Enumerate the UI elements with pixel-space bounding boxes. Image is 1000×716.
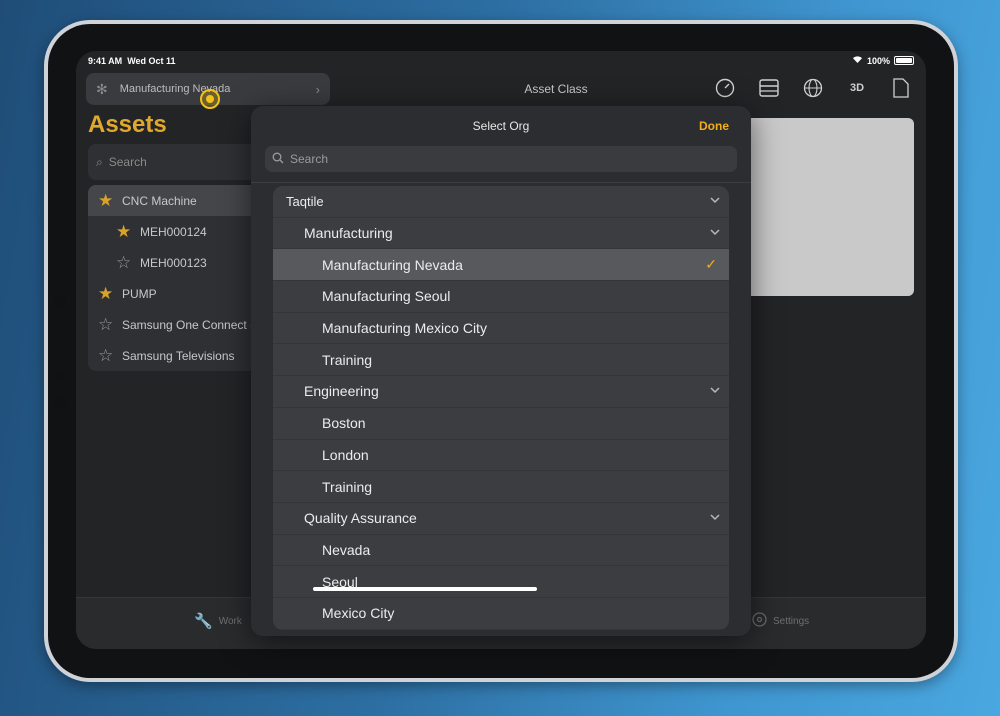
battery-percent: 100% xyxy=(866,55,890,66)
battery-icon xyxy=(894,56,914,65)
status-date-text: Wed Oct 11 xyxy=(127,56,176,66)
org-row-label: Manufacturing Nevada xyxy=(322,256,463,273)
org-row-label: London xyxy=(322,446,369,463)
status-time: 9:41 AM Wed Oct 11 xyxy=(88,56,176,66)
chevron-down-icon[interactable] xyxy=(709,226,721,238)
wrench-icon: 🔧 xyxy=(194,613,213,630)
page-title: Assets xyxy=(88,111,167,138)
org-row[interactable]: Seoul xyxy=(273,566,729,598)
org-row-label: Nevada xyxy=(322,541,371,558)
org-row-label: Training xyxy=(322,351,373,368)
org-row[interactable]: Taqtile xyxy=(273,186,729,218)
rotate-3d-icon[interactable]: 3D xyxy=(846,77,868,99)
tab-settings-label: Settings xyxy=(773,615,810,627)
device-sensor xyxy=(54,370,66,382)
document-icon[interactable] xyxy=(890,77,912,99)
chevron-right-icon: › xyxy=(315,81,320,97)
select-org-modal: Select Org Done Search Taqtile Manufactur… xyxy=(251,106,751,636)
org-row[interactable]: Quality Assurance xyxy=(273,503,729,535)
org-row-label: Mexico City xyxy=(322,605,395,622)
status-bar: 9:41 AM Wed Oct 11 100% xyxy=(76,51,926,73)
star-outline-icon[interactable]: ☆ xyxy=(98,346,116,366)
chevron-down-icon[interactable] xyxy=(709,194,721,206)
org-row[interactable]: Training xyxy=(273,471,729,503)
sidebar-search-placeholder: Search xyxy=(108,155,147,169)
tab-settings[interactable]: Settings xyxy=(752,612,809,630)
org-row-label: Engineering xyxy=(304,383,379,400)
wifi-icon xyxy=(852,55,863,66)
org-row[interactable]: Manufacturing Mexico City xyxy=(273,313,729,345)
org-row-label: Boston xyxy=(322,415,366,432)
org-row[interactable]: Engineering xyxy=(273,376,729,408)
checkmark-icon: ✓ xyxy=(705,256,717,273)
touch-indicator xyxy=(200,89,220,109)
org-row[interactable]: Mexico City xyxy=(273,598,729,630)
star-outline-icon[interactable]: ☆ xyxy=(116,253,134,273)
globe-icon[interactable] xyxy=(802,77,824,99)
star-filled-icon[interactable]: ★ xyxy=(98,284,116,304)
status-time-text: 9:41 AM xyxy=(88,56,123,66)
org-row-label: Quality Assurance xyxy=(304,510,417,527)
battery-fill xyxy=(896,58,912,63)
gauge-icon[interactable] xyxy=(714,77,736,99)
org-row[interactable]: Manufacturing Nevada ✓ xyxy=(273,249,729,282)
search-icon xyxy=(272,152,284,167)
device-camera xyxy=(54,295,66,307)
star-filled-icon[interactable]: ★ xyxy=(98,191,116,211)
org-row[interactable]: Nevada xyxy=(273,535,729,567)
chevron-down-icon[interactable] xyxy=(709,384,721,396)
asset-label: Samsung Televisions xyxy=(122,348,235,363)
asset-label: Samsung One Connect ( xyxy=(122,317,255,332)
org-list: Taqtile Manufacturing Manufacturing Nevada… xyxy=(273,186,729,630)
toolbar: 3D xyxy=(714,77,912,99)
org-row-label: Training xyxy=(322,478,373,495)
divider xyxy=(251,182,751,183)
star-filled-icon[interactable]: ★ xyxy=(116,222,134,242)
device-sensor xyxy=(54,396,66,408)
gear-icon: ✻ xyxy=(96,80,108,97)
org-row-label: Taqtile xyxy=(286,193,324,209)
asset-label: CNC Machine xyxy=(122,193,197,208)
org-search-input[interactable]: Search xyxy=(265,146,737,172)
star-outline-icon[interactable]: ☆ xyxy=(98,315,116,335)
settings-icon xyxy=(752,612,767,630)
org-row[interactable]: Boston xyxy=(273,408,729,440)
tab-work[interactable]: 🔧 Work xyxy=(194,612,242,630)
nav-title: Asset Class xyxy=(524,82,588,96)
org-row[interactable]: Manufacturing Seoul xyxy=(273,281,729,313)
search-icon: ⌕ xyxy=(96,154,103,169)
status-right: 100% xyxy=(852,55,914,66)
asset-label: MEH000123 xyxy=(140,255,207,270)
org-row-label: Manufacturing Seoul xyxy=(322,288,451,305)
content-card xyxy=(746,118,914,296)
panel-icon[interactable] xyxy=(758,77,780,99)
org-row[interactable]: Manufacturing xyxy=(273,218,729,250)
done-button[interactable]: Done xyxy=(699,119,729,133)
org-search-placeholder: Search xyxy=(290,152,329,166)
modal-title: Select Org xyxy=(472,119,530,133)
asset-label: MEH000124 xyxy=(140,224,207,239)
org-row[interactable]: London xyxy=(273,440,729,472)
chevron-down-icon[interactable] xyxy=(709,511,721,523)
tab-work-label: Work xyxy=(218,615,242,627)
org-row-label: Manufacturing Mexico City xyxy=(322,320,487,337)
home-indicator[interactable] xyxy=(313,587,537,591)
asset-label: PUMP xyxy=(122,286,157,301)
org-row[interactable]: Training xyxy=(273,344,729,377)
org-row-label: Manufacturing xyxy=(304,225,393,242)
